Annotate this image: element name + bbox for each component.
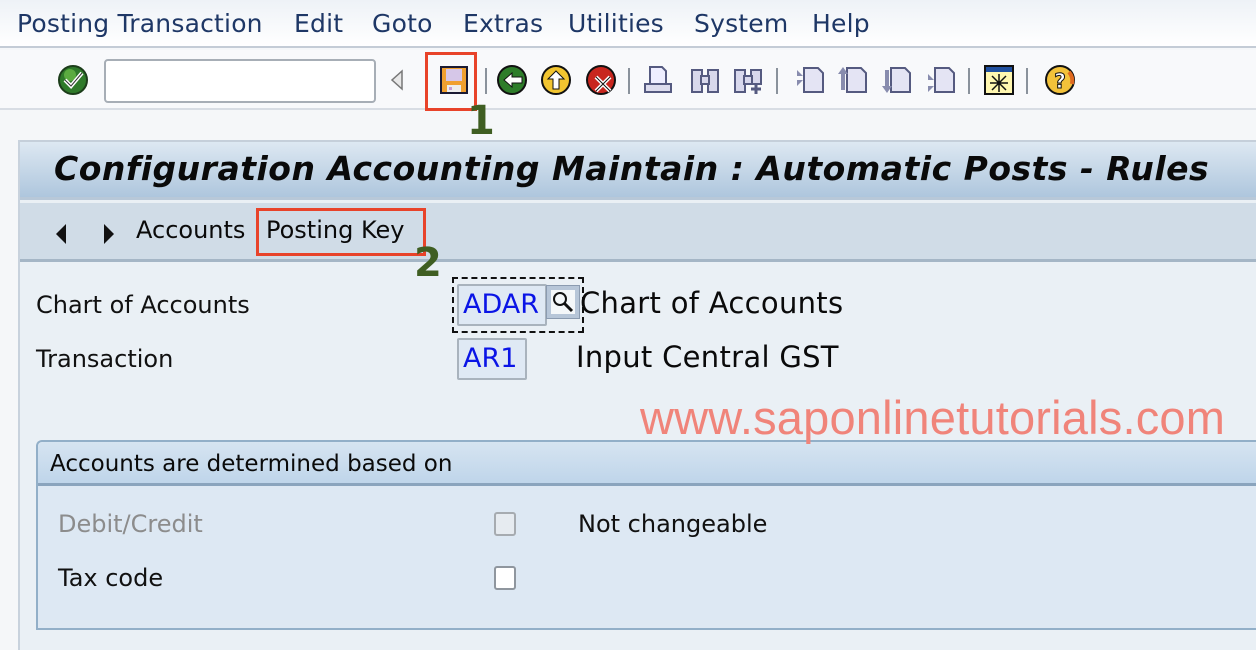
print-icon[interactable] bbox=[641, 63, 675, 97]
debit-credit-label: Debit/Credit bbox=[58, 510, 203, 538]
posting-key-button[interactable]: Posting Key bbox=[266, 216, 404, 244]
menu-extras[interactable]: Extras bbox=[463, 9, 543, 38]
first-page-icon[interactable] bbox=[793, 63, 827, 97]
value-help-button[interactable] bbox=[546, 285, 580, 319]
title-bar: Configuration Accounting Maintain : Auto… bbox=[20, 140, 1256, 200]
save-icon[interactable] bbox=[437, 63, 471, 97]
transaction-field[interactable]: AR1 bbox=[457, 338, 527, 380]
tax-code-checkbox[interactable] bbox=[494, 566, 516, 590]
help-icon[interactable]: ? bbox=[1043, 63, 1077, 97]
menu-edit[interactable]: Edit bbox=[294, 9, 343, 38]
watermark: www.saponlinetutorials.com bbox=[640, 391, 1226, 444]
menu-posting-transaction[interactable]: Posting Transaction bbox=[17, 9, 263, 38]
transaction-label: Transaction bbox=[36, 345, 174, 373]
exit-icon[interactable] bbox=[539, 63, 573, 97]
find-icon[interactable] bbox=[688, 63, 722, 97]
group-header: Accounts are determined based on bbox=[38, 442, 1256, 486]
search-icon bbox=[551, 290, 575, 314]
standard-toolbar: ? bbox=[0, 50, 1256, 110]
command-field-toggle-icon[interactable] bbox=[384, 63, 410, 97]
toolbar-separator bbox=[485, 68, 487, 94]
tax-code-label: Tax code bbox=[58, 564, 164, 592]
accounts-button[interactable]: Accounts bbox=[136, 216, 245, 244]
chart-of-accounts-label: Chart of Accounts bbox=[36, 291, 250, 319]
step-number-1: 1 bbox=[467, 98, 495, 144]
screen-title: Configuration Accounting Maintain : Auto… bbox=[54, 149, 1210, 188]
menu-help[interactable]: Help bbox=[812, 9, 870, 38]
toolbar-separator bbox=[968, 68, 970, 94]
next-page-icon[interactable] bbox=[880, 63, 914, 97]
group-title: Accounts are determined based on bbox=[50, 451, 453, 477]
not-changeable-label: Not changeable bbox=[578, 510, 768, 538]
toolbar-separator bbox=[1026, 68, 1028, 94]
cancel-icon[interactable] bbox=[584, 63, 618, 97]
menu-bar: Posting Transaction Edit Goto Extras Uti… bbox=[0, 0, 1256, 48]
chart-of-accounts-field[interactable]: ADAR bbox=[457, 284, 547, 326]
menu-system[interactable]: System bbox=[694, 9, 788, 38]
back-icon[interactable] bbox=[495, 63, 529, 97]
previous-page-icon[interactable] bbox=[836, 63, 870, 97]
menu-utilities[interactable]: Utilities bbox=[568, 9, 664, 38]
command-field[interactable] bbox=[104, 59, 376, 103]
chart-of-accounts-description: Chart of Accounts bbox=[580, 286, 844, 320]
menu-goto[interactable]: Goto bbox=[372, 9, 433, 38]
find-next-icon[interactable] bbox=[731, 63, 765, 97]
svg-text:?: ? bbox=[1054, 69, 1066, 93]
next-arrow-icon[interactable] bbox=[102, 223, 116, 249]
toolbar-separator bbox=[776, 68, 778, 94]
previous-arrow-icon[interactable] bbox=[54, 223, 68, 249]
step-number-2: 2 bbox=[414, 240, 442, 286]
account-determination-group: Accounts are determined based on Debit/C… bbox=[36, 440, 1256, 630]
create-session-icon[interactable] bbox=[982, 63, 1016, 97]
application-toolbar: Accounts Posting Key bbox=[20, 203, 1256, 262]
enter-check-icon[interactable] bbox=[56, 63, 90, 97]
transaction-description: Input Central GST bbox=[576, 340, 839, 374]
toolbar-separator bbox=[628, 68, 630, 94]
last-page-icon[interactable] bbox=[924, 63, 958, 97]
debit-credit-checkbox[interactable] bbox=[494, 512, 516, 536]
